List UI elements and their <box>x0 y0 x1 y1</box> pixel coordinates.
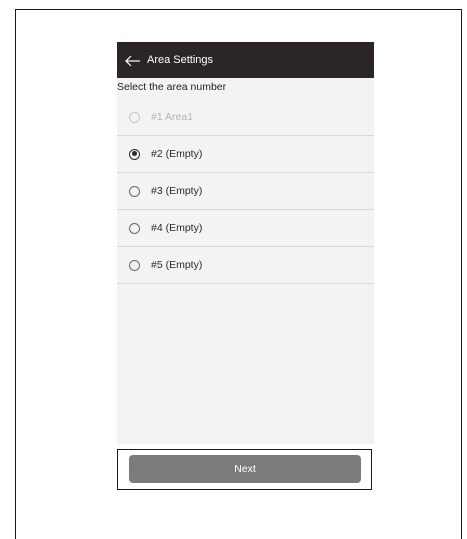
area-list: #1 Area1 #2 (Empty) #3 (Empty) #4 (Empty… <box>117 99 374 284</box>
radio-button <box>129 111 140 123</box>
area-option-label: #5 (Empty) <box>151 259 203 271</box>
radio-button[interactable] <box>129 222 140 234</box>
arrow-left-icon[interactable] <box>125 54 141 67</box>
page-title: Area Settings <box>147 54 214 66</box>
area-option-label: #4 (Empty) <box>151 222 203 234</box>
area-option-label: #1 Area1 <box>151 111 194 123</box>
radio-button[interactable] <box>129 148 140 160</box>
instruction-text: Select the area number <box>117 81 227 93</box>
radio-button[interactable] <box>129 185 140 197</box>
area-option-label: #3 (Empty) <box>151 185 203 197</box>
radio-button[interactable] <box>129 259 140 271</box>
title-bar: Area Settings <box>117 42 374 78</box>
next-button[interactable]: Next <box>129 455 361 483</box>
area-option-4[interactable]: #4 (Empty) <box>117 210 374 247</box>
area-option-5[interactable]: #5 (Empty) <box>117 247 374 284</box>
area-option-label: #2 (Empty) <box>151 148 203 160</box>
area-option-2[interactable]: #2 (Empty) <box>117 136 374 173</box>
area-option-1: #1 Area1 <box>117 99 374 136</box>
area-settings-screen: Area Settings Select the area number #1 … <box>117 42 374 444</box>
area-option-3[interactable]: #3 (Empty) <box>117 173 374 210</box>
next-button-highlight: Next <box>117 449 372 490</box>
